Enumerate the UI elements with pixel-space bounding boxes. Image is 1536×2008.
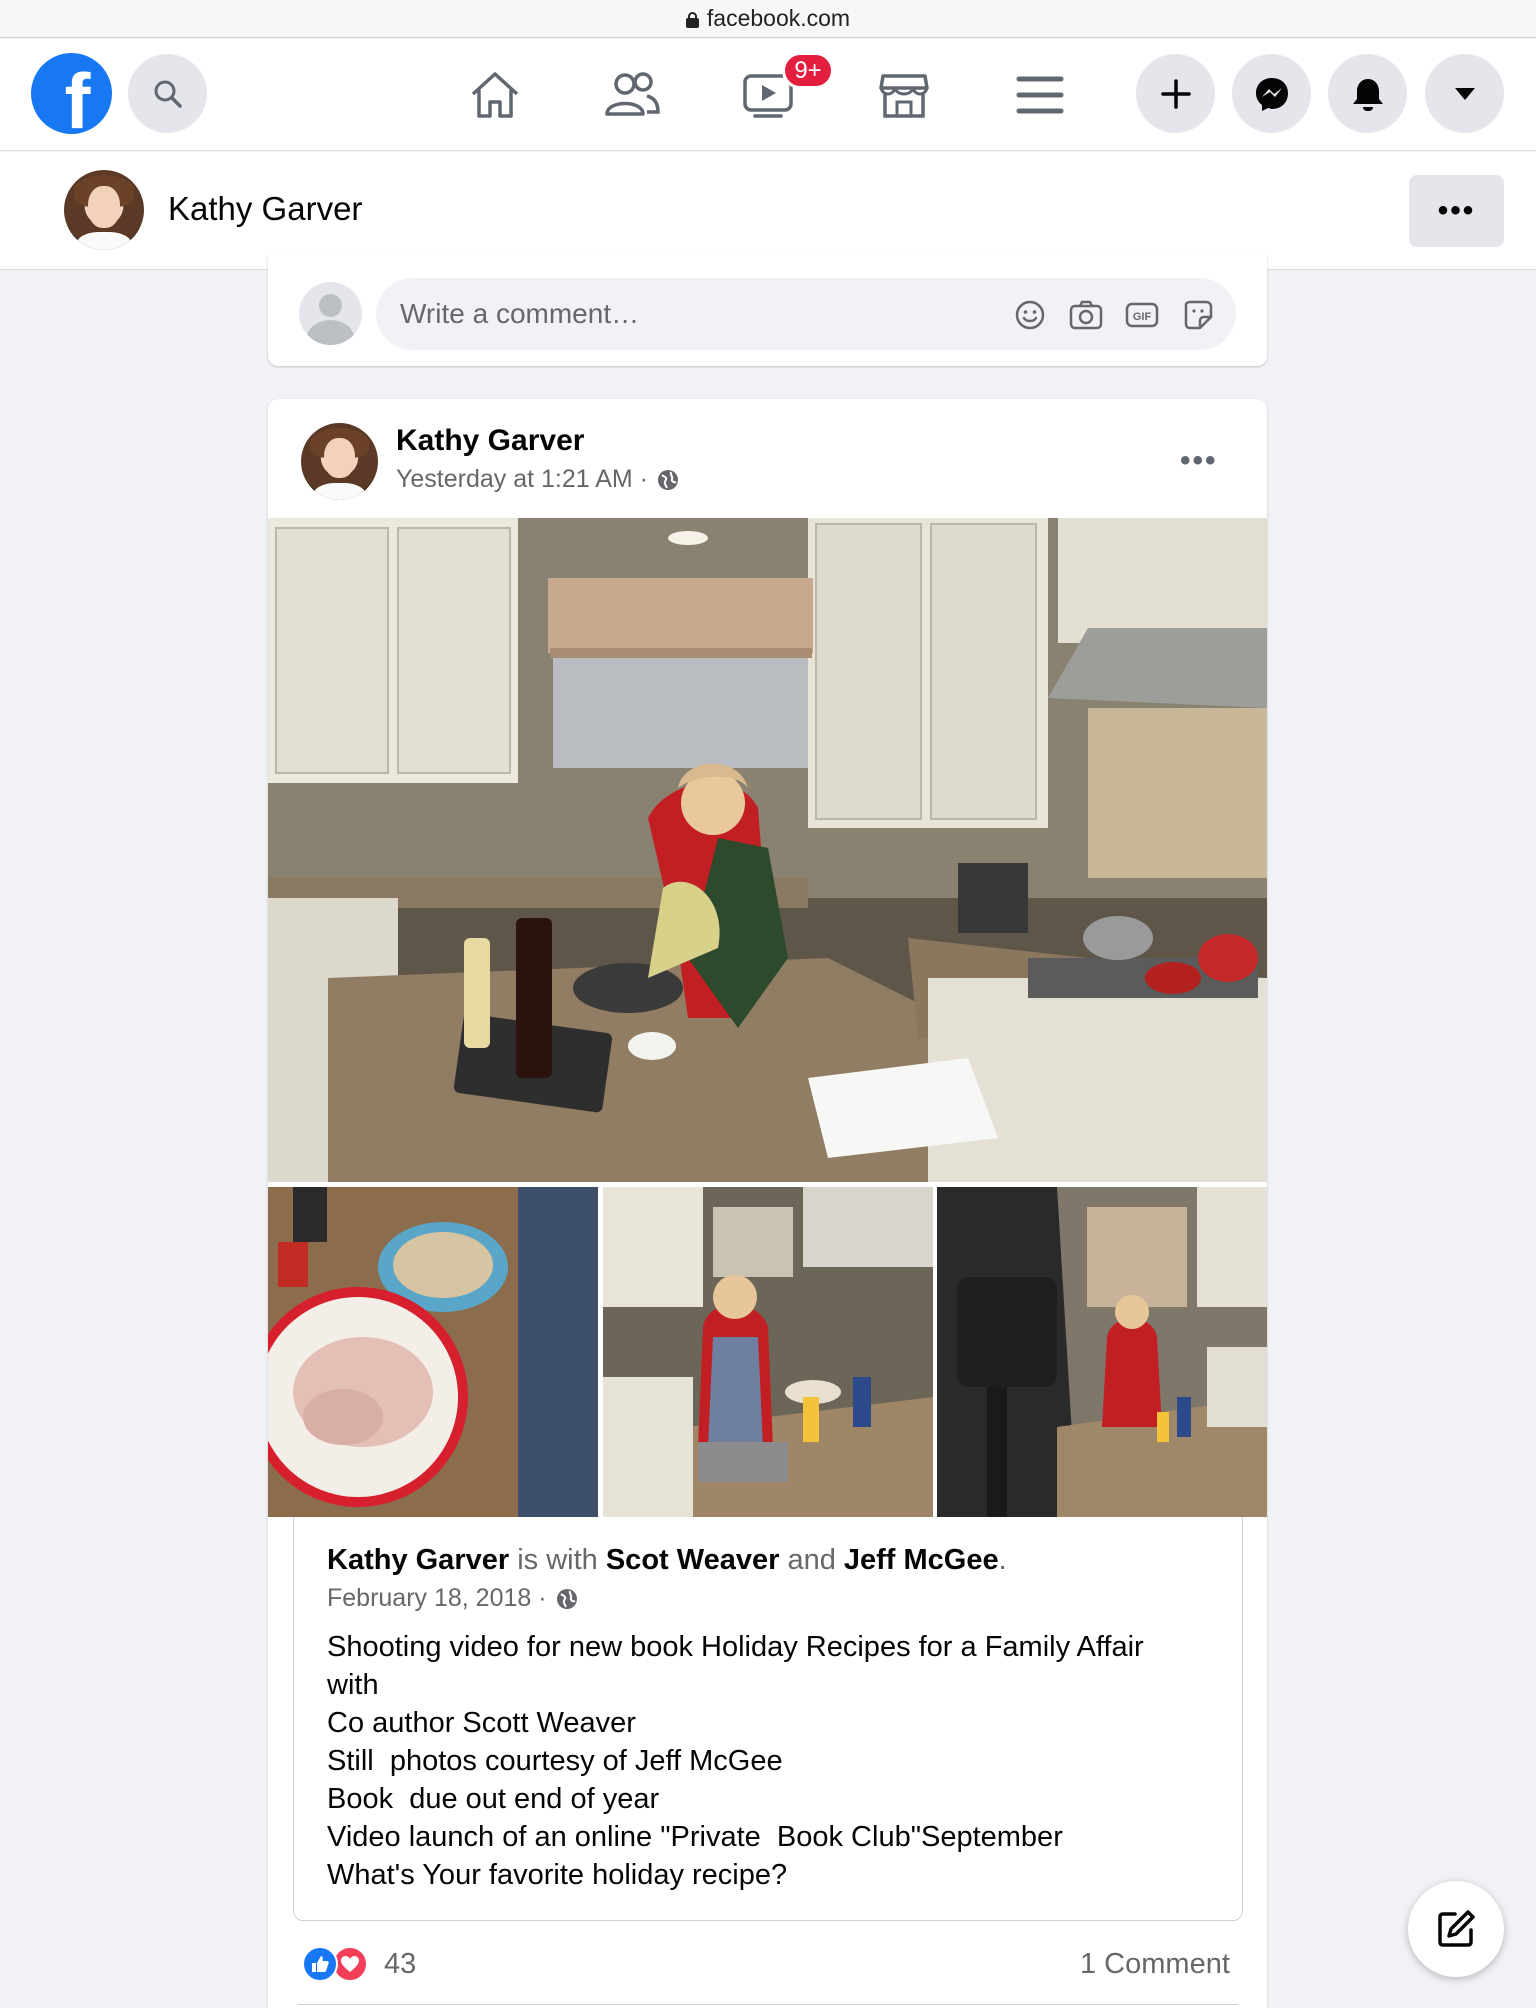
reaction-count: 43 [384, 1947, 417, 1980]
post-text-line: Co author Scott Weaver [327, 1707, 636, 1739]
post-text-line: Still photos courtesy of Jeff McGee [327, 1745, 783, 1777]
kitchen-photo [268, 518, 1267, 1182]
gif-icon[interactable]: GIF [1125, 298, 1159, 332]
url-text: facebook.com [706, 5, 851, 31]
home-tab[interactable] [463, 66, 527, 124]
marketplace-icon [879, 74, 929, 118]
post-photo-2[interactable] [268, 1187, 598, 1517]
post-photo-4[interactable] [937, 1187, 1267, 1517]
sticker-icon[interactable] [1181, 298, 1215, 332]
friends-tab[interactable] [600, 66, 664, 124]
facebook-logo[interactable]: f [31, 53, 112, 134]
browser-url-bar[interactable]: facebook.com [0, 0, 1536, 38]
friends-icon [605, 72, 660, 116]
post-photo-main[interactable] [268, 518, 1267, 1182]
globe-icon [658, 469, 679, 490]
messenger-icon [1255, 77, 1288, 111]
svg-text:GIF: GIF [1133, 311, 1152, 323]
shared-post[interactable]: Kathy Garver is with Scot Weaver and Jef… [293, 1517, 1243, 1921]
post-photo-3[interactable] [603, 1187, 933, 1517]
shared-author[interactable]: Kathy Garver [327, 1544, 509, 1576]
profile-name[interactable]: Kathy Garver [168, 190, 362, 228]
profile-more-button[interactable]: ••• [1409, 175, 1504, 247]
tagged-user-1[interactable]: Scot Weaver [606, 1544, 780, 1576]
plus-icon [1160, 78, 1191, 109]
bell-icon [1352, 78, 1383, 111]
compose-message-button[interactable] [1408, 1881, 1504, 1977]
post-text-line: Shooting video for new book Holiday Reci… [327, 1631, 1144, 1663]
camera-setup-photo [937, 1187, 1267, 1517]
profile-header: Kathy Garver ••• [0, 152, 1536, 270]
marketplace-tab[interactable] [872, 66, 936, 124]
caret-down-icon [1454, 87, 1475, 100]
post-text-line: Video launch of an online "Private Book … [327, 1821, 1063, 1853]
like-reaction-icon [302, 1946, 338, 1982]
camera-icon[interactable] [1069, 298, 1103, 332]
reactions-summary[interactable]: 43 [302, 1946, 416, 1982]
tagged-user-2[interactable]: Jeff McGee [844, 1544, 999, 1576]
post-author-name[interactable]: Kathy Garver [396, 424, 584, 458]
shared-post-header: Kathy Garver is with Scot Weaver and Jef… [327, 1544, 1007, 1576]
account-menu-button[interactable] [1425, 54, 1504, 133]
post-more-button[interactable]: ••• [1180, 444, 1218, 478]
commenter-avatar [299, 282, 362, 345]
comment-composer: Write a comment… GIF [268, 255, 1267, 366]
chicken-photo [268, 1187, 598, 1517]
post-timestamp[interactable]: Yesterday at 1:21 AM · [396, 465, 680, 494]
top-navigation: f 9+ [0, 39, 1536, 151]
messenger-button[interactable] [1232, 54, 1311, 133]
shared-post-text: Shooting video for new book Holiday Reci… [327, 1628, 1207, 1894]
lock-icon [685, 11, 699, 28]
comment-input[interactable]: Write a comment… GIF [376, 278, 1236, 350]
home-icon [471, 72, 519, 118]
compose-icon [1438, 1910, 1475, 1947]
create-button[interactable] [1136, 54, 1215, 133]
shared-post-date[interactable]: February 18, 2018 · [327, 1584, 579, 1613]
search-button[interactable] [128, 54, 207, 133]
watch-notification-badge: 9+ [782, 52, 834, 89]
post-text-line: with [327, 1669, 379, 1701]
emoji-icon[interactable] [1013, 298, 1047, 332]
profile-avatar[interactable] [64, 170, 144, 250]
comments-count-link[interactable]: 1 Comment [1080, 1948, 1230, 1981]
globe-icon [556, 1588, 577, 1609]
search-icon [154, 80, 182, 108]
post-author-avatar[interactable] [299, 421, 380, 502]
post-text-line: Book due out end of year [327, 1783, 660, 1815]
hamburger-icon [1016, 76, 1064, 114]
post-text-line: What's Your favorite holiday recipe? [327, 1859, 788, 1891]
notifications-button[interactable] [1328, 54, 1407, 133]
cooking-photo [603, 1187, 933, 1517]
comment-placeholder: Write a comment… [400, 298, 640, 329]
menu-tab[interactable] [1008, 66, 1072, 124]
action-divider [298, 2004, 1238, 2005]
